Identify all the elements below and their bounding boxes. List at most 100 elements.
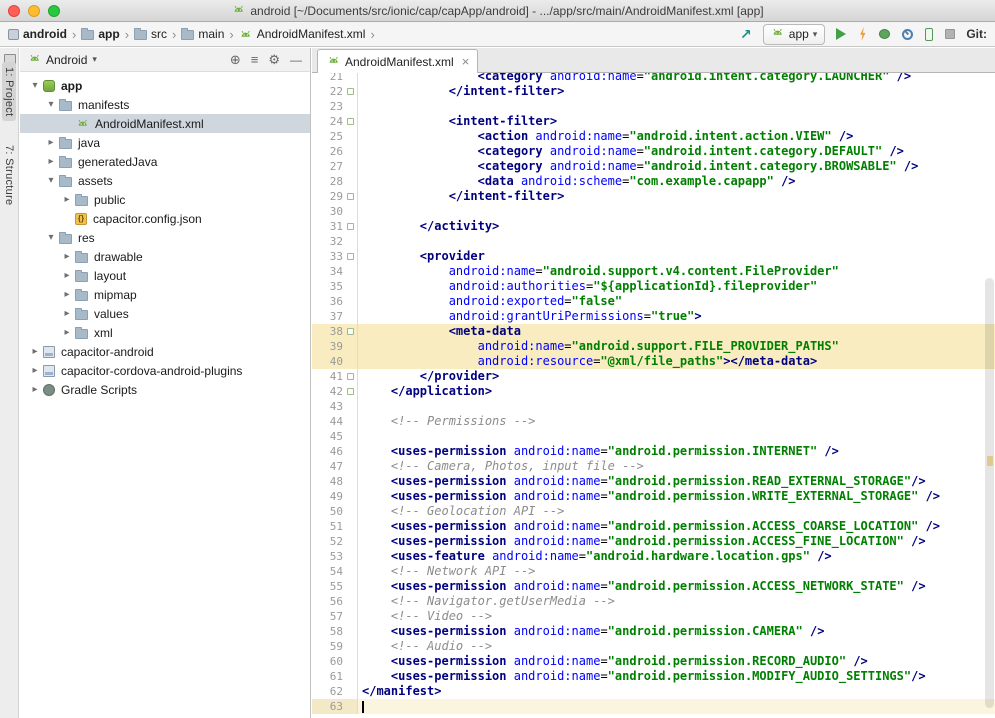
code-line-28[interactable]: 28 <data android:scheme="com.example.cap… [312,174,995,189]
chevron-down-icon[interactable]: ▾ [28,80,42,91]
fold-marker-icon[interactable] [347,88,354,95]
code-line-27[interactable]: 27 <category android:name="android.inten… [312,159,995,174]
code-line-60[interactable]: 60 <uses-permission android:name="androi… [312,654,995,669]
code-line-57[interactable]: 57 <!-- Video --> [312,609,995,624]
code-line-53[interactable]: 53 <uses-feature android:name="android.h… [312,549,995,564]
breadcrumb-item-androidmanifest-xml[interactable]: AndroidManifest.xml [237,27,368,41]
code-line-38[interactable]: 38 <meta-data [312,324,995,339]
code-line-50[interactable]: 50 <!-- Geolocation API --> [312,504,995,519]
stop-icon[interactable] [945,29,955,39]
tree-item-generatedjava[interactable]: ▸generatedJava [20,152,310,171]
code-line-62[interactable]: 62</manifest> [312,684,995,699]
titlebar[interactable]: android [~/Documents/src/ionic/cap/capAp… [0,0,995,22]
navigation-arrow-icon[interactable]: ↗ [740,27,752,41]
code-line-41[interactable]: 41 </provider> [312,369,995,384]
code-line-45[interactable]: 45 [312,429,995,444]
tree-item-app[interactable]: ▾app [20,76,310,95]
tree-item-assets[interactable]: ▾assets [20,171,310,190]
code-line-54[interactable]: 54 <!-- Network API --> [312,564,995,579]
tree-item-layout[interactable]: ▸layout [20,266,310,285]
code-line-49[interactable]: 49 <uses-permission android:name="androi… [312,489,995,504]
code-line-58[interactable]: 58 <uses-permission android:name="androi… [312,624,995,639]
editor-tab-androidmanifest-xml[interactable]: AndroidManifest.xml × [317,49,478,73]
tool-stripe-structure[interactable]: 7: Structure [2,140,16,210]
chevron-right-icon[interactable]: ▸ [44,156,58,167]
chevron-right-icon[interactable]: ▸ [60,270,74,281]
code-line-59[interactable]: 59 <!-- Audio --> [312,639,995,654]
minimize-window-button[interactable] [28,5,40,17]
fold-marker-icon[interactable] [347,193,354,200]
apply-changes-icon[interactable] [858,27,867,41]
fold-marker-icon[interactable] [347,253,354,260]
code-line-31[interactable]: 31 </activity> [312,219,995,234]
editor-scrollbar[interactable] [985,278,994,708]
chevron-down-icon[interactable]: ▾ [44,99,58,110]
chevron-right-icon[interactable]: ▸ [44,137,58,148]
tree-item-values[interactable]: ▸values [20,304,310,323]
chevron-right-icon[interactable]: ▸ [28,365,42,376]
run-icon[interactable] [836,28,846,40]
code-line-22[interactable]: 22 </intent-filter> [312,84,995,99]
zoom-window-button[interactable] [48,5,60,17]
chevron-right-icon[interactable]: ▸ [60,308,74,319]
code-line-32[interactable]: 32 [312,234,995,249]
run-configuration-select[interactable]: app ▾ [763,24,826,45]
tree-item-public[interactable]: ▸public [20,190,310,209]
chevron-down-icon[interactable]: ▾ [44,232,58,243]
tree-item-gradle-scripts[interactable]: ▸Gradle Scripts [20,380,310,399]
fold-marker-icon[interactable] [347,118,354,125]
chevron-down-icon[interactable]: ▾ [44,175,58,186]
code-line-24[interactable]: 24 <intent-filter> [312,114,995,129]
project-view-selector[interactable]: Android ▾ [27,52,97,68]
code-line-30[interactable]: 30 [312,204,995,219]
code-line-46[interactable]: 46 <uses-permission android:name="androi… [312,444,995,459]
code-line-43[interactable]: 43 [312,399,995,414]
tree-item-capacitor-config-json[interactable]: {}capacitor.config.json [20,209,310,228]
code-line-44[interactable]: 44 <!-- Permissions --> [312,414,995,429]
chevron-right-icon[interactable]: ▸ [60,194,74,205]
tree-item-mipmap[interactable]: ▸mipmap [20,285,310,304]
fold-marker-icon[interactable] [347,223,354,230]
collapse-all-icon[interactable]: ≡ [251,53,259,66]
code-line-51[interactable]: 51 <uses-permission android:name="androi… [312,519,995,534]
tree-item-java[interactable]: ▸java [20,133,310,152]
fold-marker-icon[interactable] [347,328,354,335]
code-line-39[interactable]: 39 android:name="android.support.FILE_PR… [312,339,995,354]
tool-stripe-project[interactable]: 1: Project [2,62,16,121]
chevron-right-icon[interactable]: ▸ [60,289,74,300]
close-tab-icon[interactable]: × [462,54,470,69]
chevron-right-icon[interactable]: ▸ [60,327,74,338]
tree-item-capacitor-android[interactable]: ▸capacitor-android [20,342,310,361]
profile-icon[interactable] [902,29,913,40]
breadcrumb-item-src[interactable]: src [132,27,169,41]
code-line-48[interactable]: 48 <uses-permission android:name="androi… [312,474,995,489]
code-line-33[interactable]: 33 <provider [312,249,995,264]
settings-gear-icon[interactable]: ⚙ [268,53,280,66]
tree-item-capacitor-cordova-android-plugins[interactable]: ▸capacitor-cordova-android-plugins [20,361,310,380]
tree-item-drawable[interactable]: ▸drawable [20,247,310,266]
hide-panel-icon[interactable]: — [290,54,302,66]
code-line-25[interactable]: 25 <action android:name="android.intent.… [312,129,995,144]
code-line-63[interactable]: 63 [312,699,995,714]
code-line-21[interactable]: 21 <category android:name="android.inten… [312,73,995,84]
chevron-right-icon[interactable]: ▸ [28,384,42,395]
code-line-40[interactable]: 40 android:resource="@xml/file_paths"></… [312,354,995,369]
code-line-56[interactable]: 56 <!-- Navigator.getUserMedia --> [312,594,995,609]
chevron-right-icon[interactable]: ▸ [60,251,74,262]
code-line-34[interactable]: 34 android:name="android.support.v4.cont… [312,264,995,279]
code-line-26[interactable]: 26 <category android:name="android.inten… [312,144,995,159]
code-line-29[interactable]: 29 </intent-filter> [312,189,995,204]
code-line-36[interactable]: 36 android:exported="false" [312,294,995,309]
locate-file-icon[interactable]: ⊕ [230,53,241,66]
breadcrumb-item-main[interactable]: main [179,27,226,41]
code-line-35[interactable]: 35 android:authorities="${applicationId}… [312,279,995,294]
code-line-23[interactable]: 23 [312,99,995,114]
tree-item-res[interactable]: ▾res [20,228,310,247]
code-line-42[interactable]: 42 </application> [312,384,995,399]
tree-item-manifests[interactable]: ▾manifests [20,95,310,114]
fold-marker-icon[interactable] [347,373,354,380]
tree-item-androidmanifest-xml[interactable]: AndroidManifest.xml [20,114,310,133]
code-line-55[interactable]: 55 <uses-permission android:name="androi… [312,579,995,594]
code-line-52[interactable]: 52 <uses-permission android:name="androi… [312,534,995,549]
fold-marker-icon[interactable] [347,388,354,395]
